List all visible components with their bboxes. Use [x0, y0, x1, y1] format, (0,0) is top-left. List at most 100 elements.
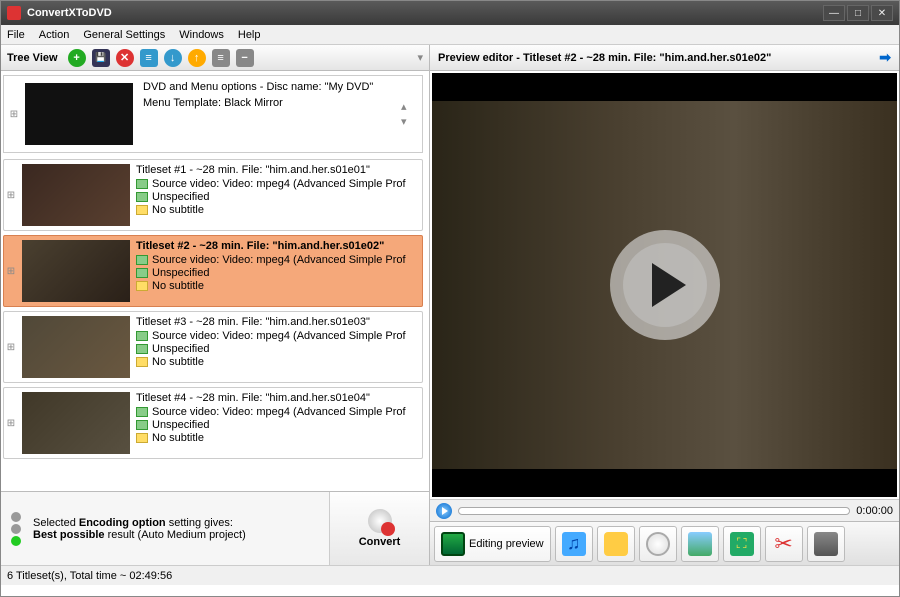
audio-icon — [136, 344, 148, 354]
tab-output[interactable]: ⛶ — [723, 526, 761, 562]
app-icon — [7, 6, 21, 20]
expander-icon[interactable]: ⊞ — [4, 388, 18, 458]
audio-icon — [136, 268, 148, 278]
subtitle-icon — [136, 281, 148, 291]
preview-video[interactable] — [432, 73, 897, 497]
time-display: 0:00:00 — [856, 505, 893, 517]
subtitle-icon — [136, 433, 148, 443]
titleset-item-1[interactable]: ⊞ Titleset #1 - ~28 min. File: "him.and.… — [3, 159, 423, 231]
play-icon — [652, 263, 686, 307]
video-icon — [136, 179, 148, 189]
video-icon — [136, 255, 148, 265]
titleset-thumbnail — [22, 240, 130, 302]
tab-more[interactable] — [807, 526, 845, 562]
remove-icon[interactable]: ✕ — [116, 49, 134, 67]
titlebar: ConvertXToDVD — □ ✕ — [1, 1, 899, 25]
tab-editing-preview[interactable]: Editing preview — [434, 526, 551, 562]
dvd-updown[interactable]: ▴▾ — [401, 79, 419, 149]
window-title: ConvertXToDVD — [27, 7, 821, 19]
subtitle-text: No subtitle — [152, 204, 204, 216]
titleset-thumbnail — [22, 164, 130, 226]
menu-help[interactable]: Help — [238, 29, 261, 41]
audio-text: Unspecified — [152, 343, 209, 355]
next-arrow-icon[interactable]: ➡ — [879, 49, 891, 66]
titleset-thumbnail — [22, 316, 130, 378]
source-video-text: Source video: Video: mpeg4 (Advanced Sim… — [152, 406, 406, 418]
tree-view-label: Tree View — [7, 52, 58, 64]
tab-cut[interactable]: ✂ — [765, 526, 803, 562]
seek-track[interactable] — [458, 507, 850, 515]
statusbar: 6 Titleset(s), Total time ~ 02:49:56 — [1, 565, 899, 585]
menu-file[interactable]: File — [7, 29, 25, 41]
tab-audio[interactable]: ♫ — [555, 526, 593, 562]
playback-bar: 0:00:00 — [430, 499, 899, 521]
maximize-button[interactable]: □ — [847, 5, 869, 21]
subtitle-icon — [136, 357, 148, 367]
source-video-text: Source video: Video: mpeg4 (Advanced Sim… — [152, 330, 406, 342]
video-icon — [136, 407, 148, 417]
tree-pane[interactable]: ⊞ DVD and Menu options - Disc name: "My … — [1, 71, 429, 491]
titleset-item-3[interactable]: ⊞ Titleset #3 - ~28 min. File: "him.and.… — [3, 311, 423, 383]
preview-header-text: Preview editor - Titleset #2 - ~28 min. … — [438, 52, 771, 64]
list-icon[interactable]: ≡ — [140, 49, 158, 67]
subtitle-text: No subtitle — [152, 432, 204, 444]
expander-icon[interactable]: ⊞ — [7, 79, 21, 149]
play-small-button[interactable] — [436, 503, 452, 519]
tab-image[interactable] — [681, 526, 719, 562]
titleset-header: Titleset #2 - ~28 min. File: "him.and.he… — [136, 240, 420, 252]
clock-icon — [646, 532, 670, 556]
move-up-icon[interactable]: ↑ — [188, 49, 206, 67]
subtitle-text: No subtitle — [152, 356, 204, 368]
convert-button[interactable]: Convert — [329, 492, 429, 565]
expander-icon[interactable]: ⊞ — [4, 312, 18, 382]
dvd-options-text: DVD and Menu options - Disc name: "My DV… — [143, 81, 395, 93]
menu-general-settings[interactable]: General Settings — [83, 29, 165, 41]
subtitle-icon — [136, 205, 148, 215]
source-video-text: Source video: Video: mpeg4 (Advanced Sim… — [152, 178, 406, 190]
titleset-header: Titleset #3 - ~28 min. File: "him.and.he… — [136, 316, 420, 328]
audio-text: Unspecified — [152, 267, 209, 279]
image-icon — [688, 532, 712, 556]
preview-tabs: Editing preview ♫ ⛶ ✂ — [430, 521, 899, 565]
encoding-status: Selected Encoding option setting gives: … — [1, 492, 329, 565]
tab-chapters[interactable] — [639, 526, 677, 562]
add-icon[interactable]: + — [68, 49, 86, 67]
play-button[interactable] — [610, 230, 720, 340]
menu-windows[interactable]: Windows — [179, 29, 224, 41]
toolbar-dropdown-icon[interactable]: ▾ — [417, 51, 423, 64]
titleset-item-2[interactable]: ⊞ Titleset #2 - ~28 min. File: "him.and.… — [3, 235, 423, 307]
speech-bubble-icon — [604, 532, 628, 556]
expander-icon[interactable]: ⊞ — [4, 236, 18, 306]
titleset-item-4[interactable]: ⊞ Titleset #4 - ~28 min. File: "him.and.… — [3, 387, 423, 459]
close-button[interactable]: ✕ — [871, 5, 893, 21]
titleset-header: Titleset #4 - ~28 min. File: "him.and.he… — [136, 392, 420, 404]
more-icon — [814, 532, 838, 556]
collapse-all-icon[interactable]: − — [236, 49, 254, 67]
film-icon — [441, 532, 465, 556]
music-note-icon: ♫ — [562, 532, 586, 556]
move-down-icon[interactable]: ↓ — [164, 49, 182, 67]
tree-toolbar: Tree View + 💾 ✕ ≡ ↓ ↑ ≡ − ▾ — [1, 45, 429, 71]
audio-text: Unspecified — [152, 419, 209, 431]
expander-icon[interactable]: ⊞ — [4, 160, 18, 230]
menu-template-text: Menu Template: Black Mirror — [143, 97, 395, 109]
audio-icon — [136, 420, 148, 430]
expand-icon: ⛶ — [730, 532, 754, 556]
subtitle-text: No subtitle — [152, 280, 204, 292]
audio-text: Unspecified — [152, 191, 209, 203]
save-icon[interactable]: 💾 — [92, 49, 110, 67]
tab-label: Editing preview — [469, 538, 544, 550]
audio-icon — [136, 192, 148, 202]
menu-action[interactable]: Action — [39, 29, 70, 41]
dvd-menu-item[interactable]: ⊞ DVD and Menu options - Disc name: "My … — [3, 75, 423, 153]
status-text: 6 Titleset(s), Total time ~ 02:49:56 — [7, 570, 172, 582]
titleset-header: Titleset #1 - ~28 min. File: "him.and.he… — [136, 164, 420, 176]
source-video-text: Source video: Video: mpeg4 (Advanced Sim… — [152, 254, 406, 266]
dvd-menu-thumbnail — [25, 83, 133, 145]
convert-icon — [368, 509, 392, 533]
video-icon — [136, 331, 148, 341]
tab-subtitles[interactable] — [597, 526, 635, 562]
minimize-button[interactable]: — — [823, 5, 845, 21]
preview-header: Preview editor - Titleset #2 - ~28 min. … — [430, 45, 899, 71]
expand-all-icon[interactable]: ≡ — [212, 49, 230, 67]
